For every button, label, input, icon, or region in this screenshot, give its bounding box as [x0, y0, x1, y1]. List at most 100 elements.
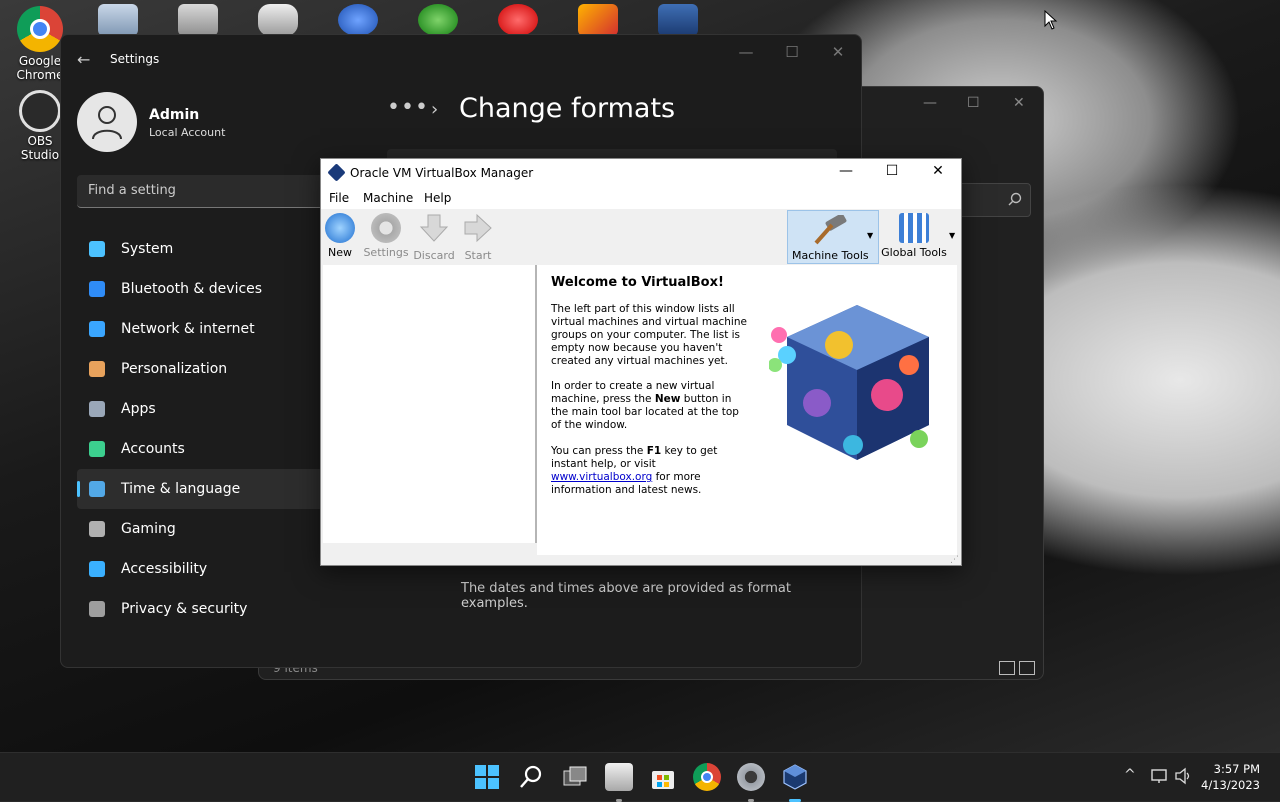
accessibility-icon	[89, 561, 105, 577]
settings-button[interactable]: Settings	[363, 211, 409, 259]
user-icon	[92, 106, 122, 140]
virtualbox-mascot-illustration	[769, 305, 929, 460]
global-tools-button[interactable]: Global Tools	[881, 211, 947, 259]
discard-button-label: Discard	[413, 249, 455, 262]
breadcrumb-chevron-icon: ›	[431, 99, 439, 120]
virtualbox-logo-icon	[327, 163, 346, 182]
back-arrow-icon[interactable]: ←	[77, 50, 90, 69]
menu-machine[interactable]: Machine	[363, 191, 413, 205]
settings-maximize-button[interactable]: ☐	[777, 43, 807, 61]
settings-minimize-button[interactable]: —	[731, 43, 761, 61]
vbox-minimize-button[interactable]: —	[823, 163, 869, 179]
new-button[interactable]: New	[323, 211, 357, 259]
global-tools-dropdown-icon[interactable]: ▼	[949, 231, 955, 240]
format-examples-note: The dates and times above are provided a…	[461, 581, 791, 611]
folder-stack-icon[interactable]	[178, 4, 218, 36]
discard-button[interactable]: Discard	[413, 211, 455, 262]
page-title: Change formats	[459, 93, 676, 124]
start-button-label: Start	[464, 249, 492, 262]
apps-icon	[89, 401, 105, 417]
start-button[interactable]: Start	[459, 211, 497, 262]
vm-list-pane[interactable]	[323, 265, 537, 543]
desktop-icon-label: Google Chrome	[16, 54, 64, 82]
user-account-type: Local Account	[149, 126, 226, 139]
volume-icon[interactable]	[1174, 767, 1194, 785]
task-view-button[interactable]	[561, 763, 589, 791]
menu-file[interactable]: File	[329, 191, 349, 205]
taskbar-search-button[interactable]	[517, 763, 545, 791]
user-name: Admin	[149, 107, 200, 123]
sidebar-item-label: Privacy & security	[121, 601, 248, 617]
settings-button-label: Settings	[363, 246, 409, 259]
avatar[interactable]	[77, 92, 137, 152]
task-view-icon	[563, 766, 587, 786]
tiles-view-icon[interactable]	[1019, 661, 1035, 675]
media-player-icon[interactable]	[498, 4, 538, 36]
search-icon	[1008, 192, 1022, 206]
sidebar-item-label: Personalization	[121, 361, 228, 377]
breadcrumb-overflow-button[interactable]: •••	[387, 95, 429, 120]
xbox-icon[interactable]	[418, 4, 458, 36]
windows-logo-icon	[475, 765, 499, 789]
explorer-close-button[interactable]: ✕	[1013, 95, 1025, 111]
explorer-minimize-button[interactable]: —	[923, 95, 937, 111]
explorer-maximize-button[interactable]: ☐	[967, 95, 980, 111]
machine-tools-button[interactable]: Machine Tools	[787, 210, 879, 264]
vbox-window-title: Oracle VM VirtualBox Manager	[350, 166, 534, 180]
recycle-bin-icon[interactable]	[98, 4, 138, 36]
sidebar-item-label: Gaming	[121, 521, 176, 537]
virtualbox-website-link[interactable]: www.virtualbox.org	[551, 471, 652, 483]
virtualbox-taskbar-icon[interactable]	[781, 763, 809, 802]
obs-icon	[19, 90, 61, 132]
machine-tools-dropdown-icon[interactable]: ▼	[867, 231, 873, 240]
welcome-pane: Welcome to VirtualBox! The left part of …	[537, 265, 957, 555]
settings-app-title: Settings	[110, 52, 160, 66]
microsoft-store-icon[interactable]	[649, 763, 677, 791]
privacy-and-security-icon	[89, 601, 105, 617]
gamepad-icon[interactable]	[258, 4, 298, 36]
bluetooth-and-devices-icon	[89, 281, 105, 297]
system-icon	[89, 241, 105, 257]
system-clock[interactable]: 3:57 PM 4/13/2023	[1201, 761, 1260, 793]
hammer-icon	[814, 215, 847, 245]
welcome-paragraph-1: The left part of this window lists all v…	[551, 303, 747, 367]
vbox-maximize-button[interactable]: ☐	[869, 163, 915, 179]
sidebar-item-label: Apps	[121, 401, 156, 417]
sidebar-item-privacy-and-security[interactable]: Privacy & security	[77, 589, 377, 629]
sidebar-item-label: Accounts	[121, 441, 185, 457]
sidebar-item-label: Time & language	[121, 481, 241, 497]
machine-tools-label: Machine Tools	[792, 249, 869, 262]
accounts-icon	[89, 441, 105, 457]
chrome-taskbar-icon[interactable]	[693, 763, 721, 791]
welcome-paragraph-3: You can press the F1 key to get instant …	[551, 445, 718, 496]
file-explorer-taskbar-icon[interactable]	[605, 763, 633, 802]
menu-help[interactable]: Help	[424, 191, 451, 205]
arrow-down-icon	[419, 214, 449, 242]
clock-time: 3:57 PM	[1213, 762, 1260, 776]
new-button-label: New	[328, 246, 352, 259]
network-icon[interactable]	[1150, 767, 1170, 785]
settings-titlebar: ← Settings — ☐ ✕	[61, 35, 861, 83]
app-globe-icon[interactable]	[338, 4, 378, 36]
clock-date: 4/13/2023	[1201, 778, 1260, 792]
global-tools-icon	[899, 213, 929, 243]
new-vm-icon	[325, 213, 355, 243]
settings-close-button[interactable]: ✕	[823, 43, 853, 61]
chrome-icon	[17, 6, 63, 52]
vbox-close-button[interactable]: ✕	[915, 163, 961, 179]
mouse-cursor-icon	[1044, 10, 1058, 30]
phoenix-app-icon[interactable]	[578, 4, 618, 36]
show-hidden-icons-button[interactable]: ^	[1124, 767, 1136, 783]
resize-grip-icon[interactable]: ⋰	[950, 555, 959, 565]
settings-taskbar-icon[interactable]	[737, 763, 765, 802]
welcome-title: Welcome to VirtualBox!	[551, 275, 724, 290]
taskbar: ^ 3:57 PM 4/13/2023	[0, 752, 1280, 802]
welcome-paragraph-2: In order to create a new virtual machine…	[551, 380, 739, 431]
sidebar-item-label: System	[121, 241, 174, 257]
desktop-icon-label: OBS Studio	[20, 134, 60, 162]
details-view-icon[interactable]	[999, 661, 1015, 675]
sidebar-item-label: Network & internet	[121, 321, 255, 337]
vbox-titlebar: Oracle VM VirtualBox Manager — ☐ ✕	[321, 159, 961, 187]
start-menu-button[interactable]	[473, 763, 501, 791]
virtualbox-desktop-icon[interactable]	[658, 4, 698, 36]
